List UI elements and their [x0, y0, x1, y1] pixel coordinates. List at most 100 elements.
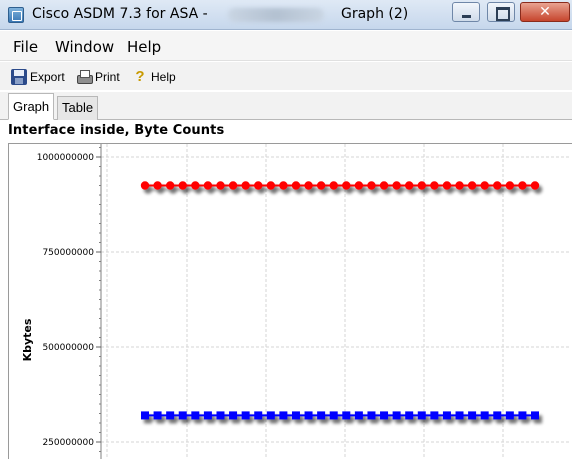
close-icon: ✕ [539, 4, 551, 20]
data-point [480, 181, 489, 190]
data-point [530, 181, 540, 190]
data-point [518, 181, 527, 190]
data-point [405, 411, 414, 420]
data-point [430, 181, 439, 190]
menu-help[interactable]: Help [127, 38, 161, 56]
data-point [493, 181, 502, 190]
maximize-button[interactable] [487, 2, 515, 22]
data-point [518, 411, 527, 420]
data-point [203, 411, 212, 420]
data-point [493, 411, 502, 420]
data-point [354, 181, 364, 190]
data-point [367, 411, 376, 420]
chart-panel: 1000000000 750000000 500000000 250000000 Kb… [8, 143, 572, 459]
data-point [216, 181, 225, 190]
series-1 [140, 181, 540, 190]
data-point [480, 411, 489, 420]
data-point [417, 181, 426, 190]
question-mark-icon: ? [135, 68, 145, 85]
data-point [241, 411, 250, 420]
data-point [254, 411, 263, 420]
data-point [505, 411, 514, 420]
help-label: Help [151, 70, 176, 84]
data-point [191, 411, 200, 420]
data-point [442, 411, 451, 420]
minimize-button[interactable] [452, 2, 480, 22]
asdm-app-icon [8, 7, 24, 23]
print-label: Print [95, 70, 120, 84]
tab-table[interactable]: Table [57, 96, 99, 120]
data-point [291, 181, 301, 190]
data-point [203, 181, 213, 190]
menu-window[interactable]: Window [55, 38, 114, 56]
tab-graph[interactable]: Graph [8, 93, 55, 120]
data-point [291, 411, 300, 420]
data-point [241, 181, 250, 190]
series-layer [140, 181, 540, 420]
toolbar: Export Print ? Help [0, 62, 572, 90]
data-point [392, 181, 401, 190]
content-header: Interface inside, Byte Counts [0, 121, 572, 141]
data-point [467, 181, 477, 190]
data-point [342, 181, 351, 190]
data-point [455, 411, 464, 420]
data-point [468, 411, 477, 420]
data-point [442, 181, 452, 190]
data-point [304, 411, 313, 420]
data-point [392, 411, 401, 420]
window-title-bar[interactable]: Cisco ASDM 7.3 for ASA - Graph (2) ✕ [0, 0, 572, 30]
y-tick-label: 500000000 [42, 343, 94, 353]
data-point [166, 411, 175, 420]
data-point [317, 411, 326, 420]
data-point [430, 411, 439, 420]
data-point [380, 411, 389, 420]
data-point [404, 181, 414, 190]
data-point [141, 411, 149, 420]
data-point [229, 411, 238, 420]
tab-strip: Graph Table [0, 92, 572, 120]
data-point [279, 181, 288, 190]
data-point [266, 411, 275, 420]
export-label: Export [30, 70, 65, 84]
window-title: Cisco ASDM 7.3 for ASA - [32, 6, 213, 22]
byte-count-chart: 1000000000 750000000 500000000 250000000 Kb… [21, 144, 571, 459]
data-point [279, 411, 288, 420]
y-tick-label: 1000000000 [37, 153, 95, 163]
y-axis: 1000000000 750000000 500000000 250000000 [37, 144, 102, 459]
menu-file[interactable]: File [13, 38, 38, 56]
save-disk-icon [11, 69, 27, 85]
data-point [165, 181, 175, 190]
data-point [531, 411, 539, 420]
data-point [153, 411, 162, 420]
help-button[interactable]: ? Help [132, 68, 176, 86]
data-point [304, 181, 313, 190]
data-point [367, 181, 376, 190]
window-title-suffix: Graph (2) [341, 6, 409, 22]
y-tick-label: 750000000 [42, 248, 94, 258]
export-button[interactable]: Export [11, 68, 65, 86]
data-point [254, 181, 263, 190]
graph-heading: Interface inside, Byte Counts [8, 123, 225, 138]
data-point [342, 411, 351, 420]
data-point [379, 181, 389, 190]
data-point [178, 411, 187, 420]
data-point [417, 411, 426, 420]
data-point [329, 181, 338, 190]
close-button[interactable]: ✕ [520, 2, 570, 22]
y-tick-label: 250000000 [42, 438, 94, 448]
data-point [505, 181, 515, 190]
y-axis-label: Kbytes [21, 318, 34, 361]
data-point [140, 181, 150, 190]
data-point [153, 181, 162, 190]
data-point [178, 181, 187, 190]
data-point [455, 181, 464, 190]
data-point [228, 181, 238, 190]
data-point [266, 181, 276, 190]
data-point [216, 411, 225, 420]
data-point [191, 181, 200, 190]
print-button[interactable]: Print [76, 68, 120, 86]
printer-icon [76, 69, 93, 85]
data-point [329, 411, 338, 420]
data-point [354, 411, 363, 420]
data-point [316, 181, 326, 190]
